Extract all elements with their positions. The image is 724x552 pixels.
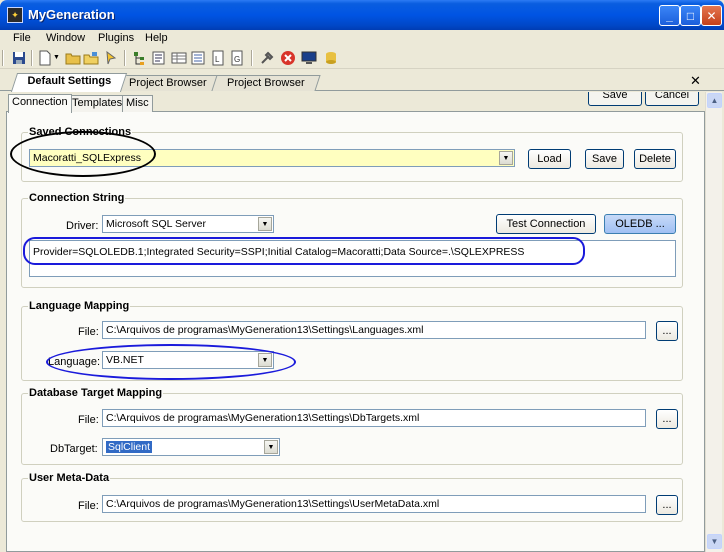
chevron-down-icon[interactable]: ▼: [258, 353, 272, 367]
language-file-label: File:: [78, 326, 99, 338]
usermeta-file-label: File:: [78, 500, 99, 512]
usermeta-browse-button[interactable]: ...: [656, 495, 678, 515]
title-bar[interactable]: ✦ MyGeneration _ □ ✕: [0, 0, 724, 30]
menu-help[interactable]: Help: [141, 31, 172, 45]
tab-project-browser-2[interactable]: Project Browser: [211, 75, 321, 91]
top-save-button[interactable]: Save: [588, 92, 642, 106]
list-icon[interactable]: [190, 50, 206, 66]
document-tab-strip: Default Settings Project Browser Project…: [0, 71, 724, 92]
language-select[interactable]: VB.NET ▼: [102, 351, 274, 369]
connection-string-value: Provider=SQLOLEDB.1;Integrated Security=…: [33, 246, 525, 258]
menu-file[interactable]: File: [9, 31, 35, 45]
tree-icon[interactable]: [132, 50, 148, 66]
stop-icon[interactable]: [280, 50, 296, 66]
db-target-mapping-label: Database Target Mapping: [28, 387, 164, 399]
save-icon[interactable]: [11, 50, 27, 66]
dbtarget-value: SqlClient: [106, 441, 153, 453]
toolbar-separator: [31, 50, 33, 66]
connection-string-textarea[interactable]: Provider=SQLOLEDB.1;Integrated Security=…: [29, 240, 676, 277]
app-icon: ✦: [7, 7, 23, 23]
database-icon[interactable]: [323, 50, 339, 66]
user-meta-data-label: User Meta-Data: [28, 472, 111, 484]
menu-bar: File Window Plugins Help: [0, 30, 724, 47]
language-mapping-label: Language Mapping: [28, 300, 131, 312]
dbtarget-select[interactable]: SqlClient ▼: [102, 438, 280, 456]
top-cancel-button[interactable]: Cancel: [645, 92, 699, 106]
document-l-icon[interactable]: L: [210, 50, 226, 66]
save-connection-button[interactable]: Save: [585, 149, 624, 169]
new-document-icon[interactable]: [37, 50, 53, 66]
tab-default-settings[interactable]: Default Settings: [10, 73, 127, 92]
menu-plugins[interactable]: Plugins: [94, 31, 138, 45]
tab-connection[interactable]: Connection: [8, 94, 72, 113]
dbtarget-browse-button[interactable]: ...: [656, 409, 678, 429]
main-window: ✦ MyGeneration _ □ ✕ File Window Plugins…: [0, 0, 724, 552]
minimize-button[interactable]: _: [659, 5, 680, 26]
svg-text:G: G: [234, 55, 240, 64]
dropdown-arrow-icon[interactable]: ▼: [53, 54, 60, 61]
delete-connection-button[interactable]: Delete: [634, 149, 676, 169]
driver-value: Microsoft SQL Server: [106, 218, 206, 230]
grid-icon[interactable]: [171, 50, 187, 66]
close-document-icon[interactable]: ✕: [690, 73, 701, 89]
dbtarget-file-label: File:: [78, 414, 99, 426]
scroll-up-icon[interactable]: ▲: [707, 93, 722, 108]
svg-text:L: L: [215, 55, 220, 64]
toolbar-grip: [2, 50, 4, 66]
toolbar: ▼ L G: [0, 47, 724, 69]
vertical-scrollbar[interactable]: ▲ ▼: [705, 92, 722, 552]
driver-select[interactable]: Microsoft SQL Server ▼: [102, 215, 274, 233]
chevron-down-icon[interactable]: ▼: [258, 217, 272, 231]
saved-connection-value: Macoratti_SQLExpress: [33, 152, 141, 164]
saved-connections-select[interactable]: Macoratti_SQLExpress ▼: [29, 149, 515, 167]
language-value: VB.NET: [106, 354, 144, 366]
tools-icon[interactable]: [259, 50, 275, 66]
language-file-input[interactable]: C:\Arquivos de programas\MyGeneration13\…: [102, 321, 646, 339]
oledb-button[interactable]: OLEDB ...: [604, 214, 676, 234]
open-project-icon[interactable]: [83, 50, 99, 66]
driver-label: Driver:: [66, 220, 99, 232]
chevron-down-icon[interactable]: ▼: [499, 151, 513, 165]
dbtarget-file-input[interactable]: C:\Arquivos de programas\MyGeneration13\…: [102, 409, 646, 427]
connection-string-label: Connection String: [28, 192, 126, 204]
properties-icon[interactable]: [103, 50, 119, 66]
menu-window[interactable]: Window: [42, 31, 89, 45]
open-folder-icon[interactable]: [65, 50, 81, 66]
toolbar-separator: [124, 50, 126, 66]
tab-misc[interactable]: Misc: [122, 95, 153, 112]
monitor-icon[interactable]: [301, 50, 317, 66]
saved-connections-label: Saved Connections: [28, 126, 133, 138]
dbtarget-label: DbTarget:: [50, 443, 98, 455]
language-mapping-group: Language Mapping: [21, 300, 683, 381]
scroll-down-icon[interactable]: ▼: [707, 534, 722, 549]
close-button[interactable]: ✕: [701, 5, 722, 26]
chevron-down-icon[interactable]: ▼: [264, 440, 278, 454]
language-browse-button[interactable]: ...: [656, 321, 678, 341]
test-connection-button[interactable]: Test Connection: [496, 214, 596, 234]
usermeta-file-input[interactable]: C:\Arquivos de programas\MyGeneration13\…: [102, 495, 646, 513]
maximize-button[interactable]: □: [680, 5, 701, 26]
window-title: MyGeneration: [28, 7, 115, 22]
template-icon[interactable]: [151, 50, 167, 66]
load-button[interactable]: Load: [528, 149, 571, 169]
toolbar-separator: [251, 50, 253, 66]
tab-templates[interactable]: Templates: [68, 95, 127, 112]
document-g-icon[interactable]: G: [229, 50, 245, 66]
tab-project-browser-1[interactable]: Project Browser: [113, 75, 223, 91]
language-label: Language:: [48, 356, 100, 368]
